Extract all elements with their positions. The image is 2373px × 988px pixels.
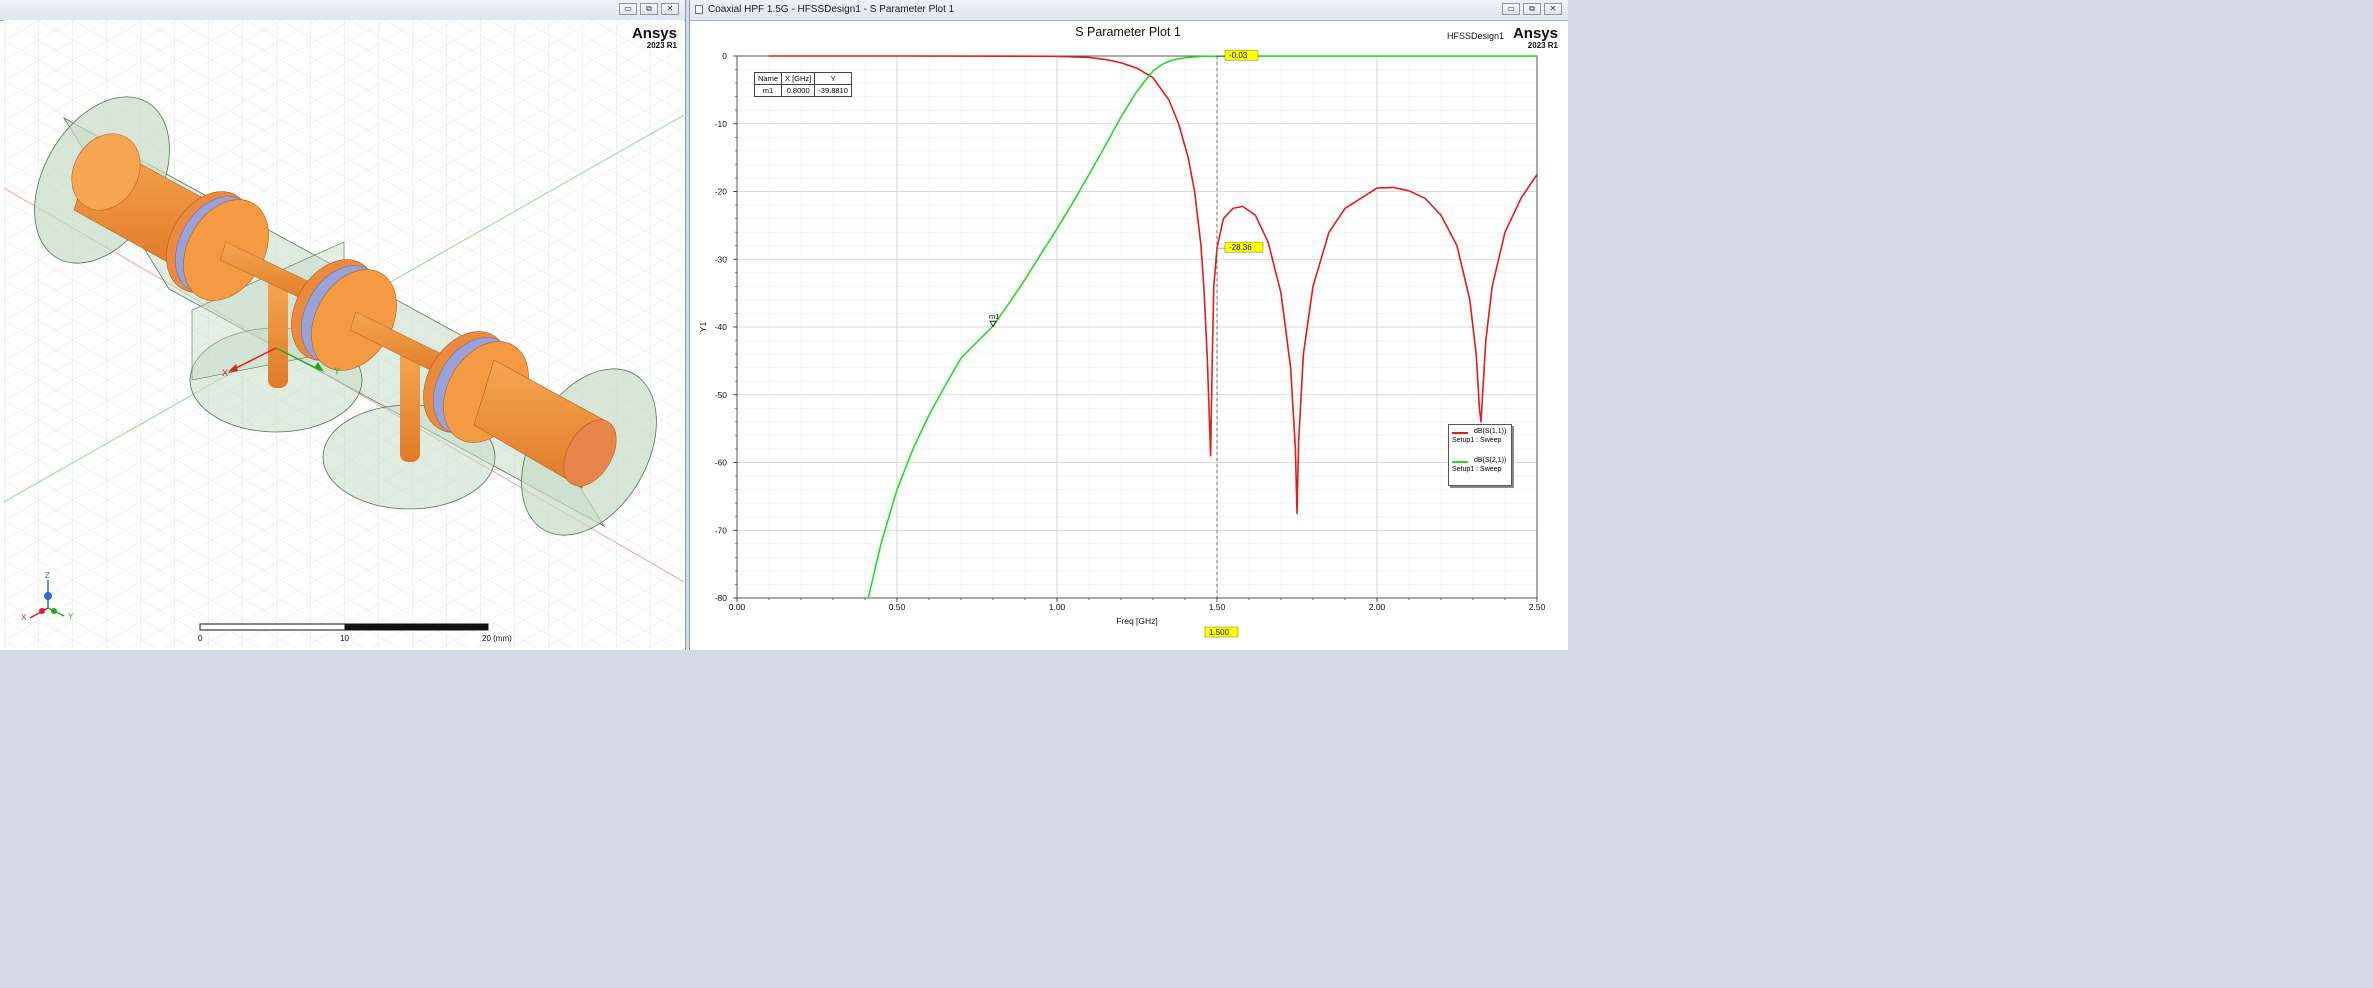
x-tick-label: 1.00	[1049, 602, 1066, 612]
marker-table-header-y: Y	[814, 72, 852, 85]
marker-table-header-name: Name	[753, 72, 783, 85]
svg-text:X: X	[21, 613, 27, 622]
s-parameter-chart[interactable]: S Parameter Plot 1 0.00 0.50 1.00 1.50 2.00 2…	[690, 20, 1569, 650]
modeler-window-buttons: ▭ ⧉ ✕	[619, 3, 679, 15]
svg-text:Z: Z	[45, 571, 50, 580]
cursor-label-s11: -28.36	[1229, 243, 1252, 252]
x-tick-label: 1.50	[1209, 602, 1226, 612]
y-axis-label: Y1	[698, 322, 708, 333]
modeler-brand: Ansys 2023 R1	[632, 26, 677, 50]
marker-table-row: m1 0.8000 -39.8810	[753, 84, 852, 97]
x-axis-label: Freq [GHz]	[1116, 616, 1158, 626]
legend-trace-s11: dB(S(1,1))	[1474, 428, 1507, 435]
y-tick-label: -30	[715, 254, 728, 264]
x-tick-label: 2.00	[1369, 602, 1386, 612]
grid-lines	[736, 55, 1538, 599]
legend-swatch-s11	[1452, 432, 1468, 434]
axis-ticks: 0.00 0.50 1.00 1.50 2.00 2.50 0 -10 -20 -30 -40 -50…	[715, 51, 1546, 612]
svg-text:Y: Y	[68, 612, 74, 621]
svg-text:X: X	[222, 368, 228, 378]
cursor-markers[interactable]: -0.03 -28.36 1.500 m1	[989, 49, 1264, 638]
marker-table-header-x: X [GHz]	[781, 72, 816, 85]
plot-window: Coaxial HPF 1.5G - HFSSDesign1 - S Param…	[689, 0, 1568, 650]
y-tick-label: -40	[715, 322, 728, 332]
svg-text:Y: Y	[334, 366, 340, 376]
modeler-window: ▭ ⧉ ✕ X Y Z X Y 0 10 20 (mm) Ansys 2023 …	[0, 0, 686, 650]
restore-button[interactable]: ⧉	[1523, 3, 1541, 15]
marker-table-header: Name X [GHz] Y	[753, 72, 852, 85]
y-tick-label: -50	[715, 390, 728, 400]
y-tick-label: -20	[715, 187, 728, 197]
y-tick-label: -10	[715, 119, 728, 129]
plot-titlebar: Coaxial HPF 1.5G - HFSSDesign1 - S Param…	[690, 0, 1568, 21]
brand-version: 2023 R1	[646, 41, 677, 50]
y-tick-label: -60	[715, 458, 728, 468]
minimize-button[interactable]: ▭	[1502, 3, 1520, 15]
close-button[interactable]: ✕	[661, 3, 679, 15]
marker-table[interactable]: Name X [GHz] Y m1 0.8000 -39.8810	[753, 72, 852, 97]
marker-table-cell: m1	[753, 84, 783, 97]
x-tick-label: 2.50	[1529, 602, 1546, 612]
y-tick-label: -70	[715, 525, 728, 535]
minimize-button[interactable]: ▭	[619, 3, 637, 15]
close-button[interactable]: ✕	[1544, 3, 1562, 15]
legend-swatch-s21	[1452, 461, 1468, 463]
y-tick-label: 0	[722, 51, 727, 61]
marker-table-cell: 0.8000	[781, 84, 816, 97]
modeler-titlebar: ▭ ⧉ ✕	[0, 0, 685, 21]
scale-label-20: 20 (mm)	[482, 634, 512, 643]
chart-legend[interactable]: dB(S(1,1)) Setup1 : Sweep dB(S(2,1)) Set…	[1448, 424, 1512, 486]
window-menu-icon[interactable]	[695, 5, 703, 14]
marker-table-cell: -39.8810	[814, 84, 852, 97]
legend-setup-s11: Setup1 : Sweep	[1452, 437, 1502, 444]
stub-1	[268, 278, 288, 388]
legend-setup-s21: Setup1 : Sweep	[1452, 466, 1502, 473]
x-tick-label: 0.50	[889, 602, 906, 612]
brand-name: Ansys	[631, 25, 677, 42]
marker-m1-label: m1	[989, 312, 999, 321]
y-tick-label: -80	[715, 593, 728, 603]
stub-2	[400, 350, 420, 462]
plot-window-title: Coaxial HPF 1.5G - HFSSDesign1 - S Param…	[708, 4, 955, 15]
chart-title: S Parameter Plot 1	[1075, 25, 1181, 39]
legend-trace-s21: dB(S(2,1))	[1474, 457, 1507, 464]
restore-button[interactable]: ⧉	[640, 3, 658, 15]
plot-window-buttons: ▭ ⧉ ✕	[1502, 3, 1562, 15]
scale-label-0: 0	[198, 634, 203, 643]
modeler-viewport[interactable]: X Y Z X Y 0 10 20 (mm)	[4, 20, 684, 648]
cursor-label-s21: -0.03	[1229, 51, 1248, 60]
cursor-x-label: 1.500	[1209, 628, 1230, 637]
scale-label-10: 10	[340, 634, 349, 643]
x-tick-label: 0.00	[729, 602, 746, 612]
